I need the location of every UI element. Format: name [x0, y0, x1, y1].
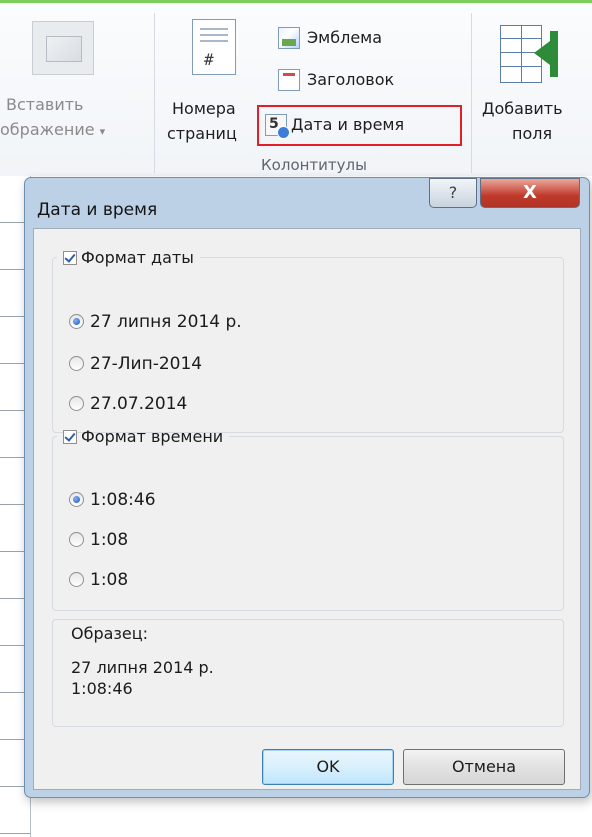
time-format-group: Формат времени 1:08:46 1:08 1:08: [52, 427, 564, 611]
radio-button-selected[interactable]: [69, 492, 84, 507]
header-label: Заголовок: [307, 70, 395, 89]
add-fields-icon: [500, 25, 558, 83]
ribbon-group-label: Колонтитулы: [261, 156, 367, 174]
date-format-option-label: 27.07.2014: [90, 394, 188, 414]
cancel-button[interactable]: Отмена: [403, 749, 565, 785]
time-format-label: Формат времени: [81, 427, 224, 446]
radio-button[interactable]: [69, 572, 84, 587]
date-format-checkbox[interactable]: [63, 251, 77, 265]
ok-button[interactable]: OK: [262, 749, 394, 785]
help-button[interactable]: ?: [429, 178, 477, 208]
radio-button[interactable]: [69, 356, 84, 371]
radio-button[interactable]: [69, 532, 84, 547]
time-format-option-1[interactable]: 1:08:46: [69, 490, 156, 510]
ribbon: Вставить ображение ▾ # Номера страниц Эм…: [0, 0, 592, 176]
sample-time: 1:08:46: [71, 679, 133, 698]
date-format-legend[interactable]: Формат даты: [57, 248, 200, 267]
insert-picture-label-line2: ображение ▾: [0, 120, 106, 139]
radio-button-selected[interactable]: [69, 314, 84, 329]
time-format-checkbox[interactable]: [63, 430, 77, 444]
close-button[interactable]: X: [480, 178, 580, 208]
dialog-body: Формат даты 27 липня 2014 р. 27-Лип-2014…: [33, 228, 581, 790]
date-format-group: Формат даты 27 липня 2014 р. 27-Лип-2014…: [52, 248, 564, 433]
date-format-option-label: 27-Лип-2014: [90, 354, 203, 374]
header-icon: [278, 69, 300, 91]
time-format-option-2[interactable]: 1:08: [69, 530, 128, 550]
time-format-option-label: 1:08: [90, 530, 129, 550]
date-format-option-label: 27 липня 2014 р.: [90, 312, 242, 332]
time-format-option-label: 1:08: [90, 570, 129, 590]
dialog-titlebar[interactable]: Дата и время ? X: [25, 178, 589, 228]
page-numbers-label-line1: Номера: [172, 99, 236, 118]
emblem-label: Эмблема: [307, 28, 383, 47]
add-fields-label-line2: поля: [512, 124, 553, 143]
emblem-icon: [278, 27, 300, 49]
picture-icon: [32, 21, 94, 75]
sample-date: 27 липня 2014 р.: [71, 658, 214, 677]
date-format-label: Формат даты: [81, 248, 194, 267]
add-fields-label-line1: Добавить: [482, 99, 563, 118]
radio-button[interactable]: [69, 396, 84, 411]
time-format-legend[interactable]: Формат времени: [57, 427, 229, 446]
close-icon: X: [523, 182, 537, 203]
sample-group: Образец: 27 липня 2014 р. 1:08:46: [52, 619, 564, 727]
time-format-option-label: 1:08:46: [90, 490, 156, 510]
date-format-option-1[interactable]: 27 липня 2014 р.: [69, 312, 242, 332]
date-format-option-3[interactable]: 27.07.2014: [69, 394, 187, 414]
ribbon-separator: [154, 13, 155, 173]
sample-label: Образец:: [71, 624, 149, 643]
time-format-option-3[interactable]: 1:08: [69, 570, 128, 590]
dialog-title: Дата и время: [37, 200, 158, 220]
date-format-option-2[interactable]: 27-Лип-2014: [69, 354, 202, 374]
date-time-dialog: Дата и время ? X Формат даты 27 липня 20…: [24, 177, 590, 798]
highlight-box: [257, 105, 462, 146]
ribbon-separator: [471, 13, 472, 173]
question-icon: ?: [448, 183, 458, 202]
insert-picture-label-line1: Вставить: [6, 95, 84, 114]
dropdown-arrow-icon: ▾: [99, 125, 106, 138]
page-number-icon: #: [192, 19, 236, 75]
page-numbers-label-line2: страниц: [167, 124, 237, 143]
